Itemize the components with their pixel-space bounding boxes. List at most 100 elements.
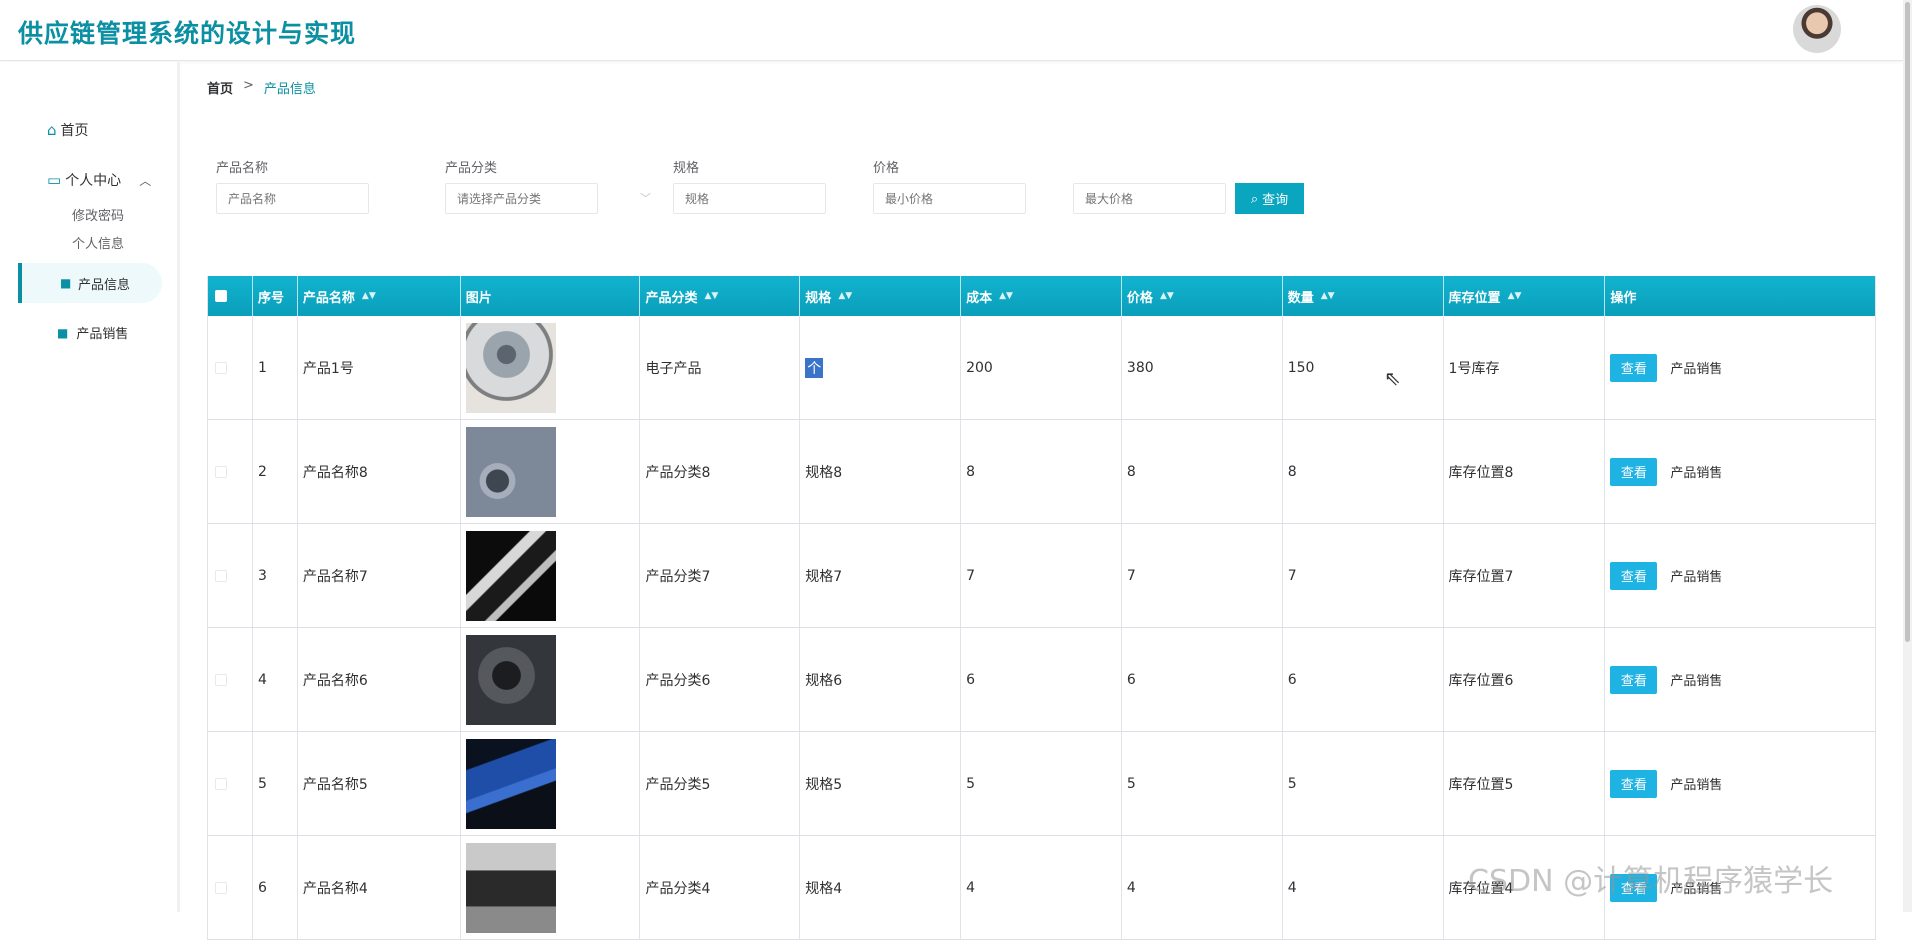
cell-qty: 6 bbox=[1283, 628, 1444, 731]
table-row: 3 产品名称7 产品分类7 规格7 7 7 7 库存位置7 查看 产品销售 bbox=[208, 524, 1875, 628]
cell-category: 产品分类5 bbox=[640, 732, 801, 835]
category-select[interactable] bbox=[445, 183, 598, 214]
product-image bbox=[465, 634, 556, 725]
sort-icon[interactable]: ▲▼ bbox=[1321, 291, 1335, 301]
sort-icon[interactable]: ▲▼ bbox=[705, 291, 719, 301]
sidebar-item-product-info[interactable]: ■ 产品信息 bbox=[18, 263, 162, 303]
cell-index: 2 bbox=[253, 420, 298, 523]
breadcrumb-home[interactable]: 首页 bbox=[207, 78, 233, 97]
sidebar-item-label: 产品信息 bbox=[78, 277, 131, 293]
cell-actions: 查看 产品销售 bbox=[1605, 420, 1875, 523]
cell-qty: 4 bbox=[1283, 836, 1444, 939]
row-select[interactable] bbox=[208, 836, 253, 939]
product-sale-link[interactable]: 产品销售 bbox=[1670, 774, 1722, 793]
view-button[interactable]: 查看 bbox=[1610, 353, 1658, 382]
search-button[interactable]: ⌕ 查询 bbox=[1235, 183, 1304, 214]
column-header-sortable[interactable]: 规格 ▲▼ bbox=[800, 276, 962, 316]
column-header-sortable[interactable]: 价格 ▲▼ bbox=[1122, 276, 1283, 316]
cell-price: 6 bbox=[1122, 628, 1283, 731]
cell-index: 1 bbox=[253, 316, 298, 419]
sort-icon[interactable]: ▲▼ bbox=[1160, 291, 1174, 301]
cell-category: 产品分类6 bbox=[640, 628, 801, 731]
sort-icon[interactable]: ▲▼ bbox=[362, 291, 376, 301]
select-all-checkbox[interactable] bbox=[215, 290, 227, 302]
row-checkbox[interactable] bbox=[215, 569, 227, 582]
cell-price: 4 bbox=[1122, 836, 1283, 939]
scrollbar-thumb[interactable] bbox=[1905, 2, 1910, 642]
row-checkbox[interactable] bbox=[215, 777, 227, 790]
spec-input[interactable] bbox=[673, 183, 826, 214]
product-sale-link[interactable]: 产品销售 bbox=[1670, 358, 1722, 377]
cell-image bbox=[461, 628, 641, 731]
row-select[interactable] bbox=[208, 628, 253, 731]
row-select[interactable] bbox=[208, 524, 253, 627]
column-header: 操作 bbox=[1605, 276, 1875, 316]
product-name-input[interactable] bbox=[216, 183, 369, 214]
product-sale-link[interactable]: 产品销售 bbox=[1670, 462, 1722, 481]
sidebar-item-change-password[interactable]: 修改密码 bbox=[72, 205, 124, 224]
page-scrollbar[interactable] bbox=[1903, 0, 1912, 912]
row-select[interactable] bbox=[208, 420, 253, 523]
cell-qty: 150 bbox=[1283, 316, 1444, 419]
row-checkbox[interactable] bbox=[215, 881, 227, 894]
row-select[interactable] bbox=[208, 732, 253, 835]
column-header-sortable[interactable]: 成本 ▲▼ bbox=[961, 276, 1122, 316]
header-select-all[interactable] bbox=[208, 276, 253, 316]
sort-icon[interactable]: ▲▼ bbox=[999, 291, 1013, 301]
cell-location: 库存位置7 bbox=[1444, 524, 1606, 627]
home-icon: ⌂ bbox=[47, 121, 57, 139]
view-button[interactable]: 查看 bbox=[1610, 561, 1658, 590]
sidebar-item-home[interactable]: ⌂ 首页 bbox=[47, 120, 89, 140]
column-header-sortable[interactable]: 产品名称 ▲▼ bbox=[298, 276, 461, 316]
sales-icon: ■ bbox=[57, 325, 69, 340]
cell-index: 3 bbox=[253, 524, 298, 627]
row-checkbox[interactable] bbox=[215, 361, 227, 374]
column-header-sortable[interactable]: 库存位置 ▲▼ bbox=[1444, 276, 1606, 316]
sidebar-item-product-sales[interactable]: ■ 产品销售 bbox=[57, 323, 129, 343]
cell-actions: 查看 产品销售 bbox=[1605, 524, 1875, 627]
cell-spec: 规格5 bbox=[800, 732, 962, 835]
min-price-input[interactable] bbox=[873, 183, 1026, 214]
user-avatar[interactable] bbox=[1793, 5, 1841, 53]
cell-cost: 200 bbox=[961, 316, 1122, 419]
chevron-up-icon: ︿ bbox=[139, 173, 152, 188]
column-header-sortable[interactable]: 产品分类 ▲▼ bbox=[640, 276, 801, 316]
cell-qty: 5 bbox=[1283, 732, 1444, 835]
view-button[interactable]: 查看 bbox=[1610, 769, 1658, 798]
product-sale-link[interactable]: 产品销售 bbox=[1670, 566, 1722, 585]
product-image bbox=[465, 738, 556, 829]
cell-category: 产品分类7 bbox=[640, 524, 801, 627]
chevron-down-icon[interactable]: ﹀ bbox=[640, 190, 651, 206]
breadcrumb: 首页 > 产品信息 bbox=[207, 78, 316, 97]
cell-price: 7 bbox=[1122, 524, 1283, 627]
product-table: 序号 产品名称 ▲▼ 图片 产品分类 ▲▼ 规格 ▲▼ 成本 ▲▼ 价格 ▲▼ 数量 ▲▼ … bbox=[207, 276, 1876, 940]
cell-name: 产品名称8 bbox=[298, 420, 461, 523]
column-title: 操作 bbox=[1610, 290, 1637, 306]
sidebar-item-personal-info[interactable]: 个人信息 bbox=[72, 233, 124, 252]
cell-actions: 查看 产品销售 bbox=[1605, 732, 1875, 835]
product-image bbox=[465, 530, 556, 621]
view-button[interactable]: 查看 bbox=[1610, 457, 1658, 486]
sort-icon[interactable]: ▲▼ bbox=[838, 291, 852, 301]
row-checkbox[interactable] bbox=[215, 465, 227, 478]
cell-image bbox=[461, 732, 641, 835]
column-header: 图片 bbox=[461, 276, 641, 316]
cell-category: 产品分类4 bbox=[640, 836, 801, 939]
column-title: 数量 bbox=[1287, 290, 1314, 306]
sidebar-item-label: 产品销售 bbox=[76, 327, 129, 342]
sidebar-item-personal-center[interactable]: ▭ 个人中心 ︿ bbox=[47, 170, 151, 190]
row-select[interactable] bbox=[208, 316, 253, 419]
row-checkbox[interactable] bbox=[215, 673, 227, 686]
selected-text: 个 bbox=[805, 357, 824, 378]
cell-location: 库存位置6 bbox=[1444, 628, 1606, 731]
column-title: 产品分类 bbox=[645, 290, 698, 306]
column-title: 图片 bbox=[465, 290, 492, 306]
view-button[interactable]: 查看 bbox=[1610, 665, 1658, 694]
column-header-sortable[interactable]: 数量 ▲▼ bbox=[1283, 276, 1444, 316]
cell-spec: 规格4 bbox=[800, 836, 962, 939]
sort-icon[interactable]: ▲▼ bbox=[1508, 291, 1522, 301]
max-price-input[interactable] bbox=[1073, 183, 1226, 214]
breadcrumb-separator: > bbox=[243, 78, 254, 93]
table-row: 2 产品名称8 产品分类8 规格8 8 8 8 库存位置8 查看 产品销售 bbox=[208, 420, 1875, 524]
product-sale-link[interactable]: 产品销售 bbox=[1670, 670, 1722, 689]
